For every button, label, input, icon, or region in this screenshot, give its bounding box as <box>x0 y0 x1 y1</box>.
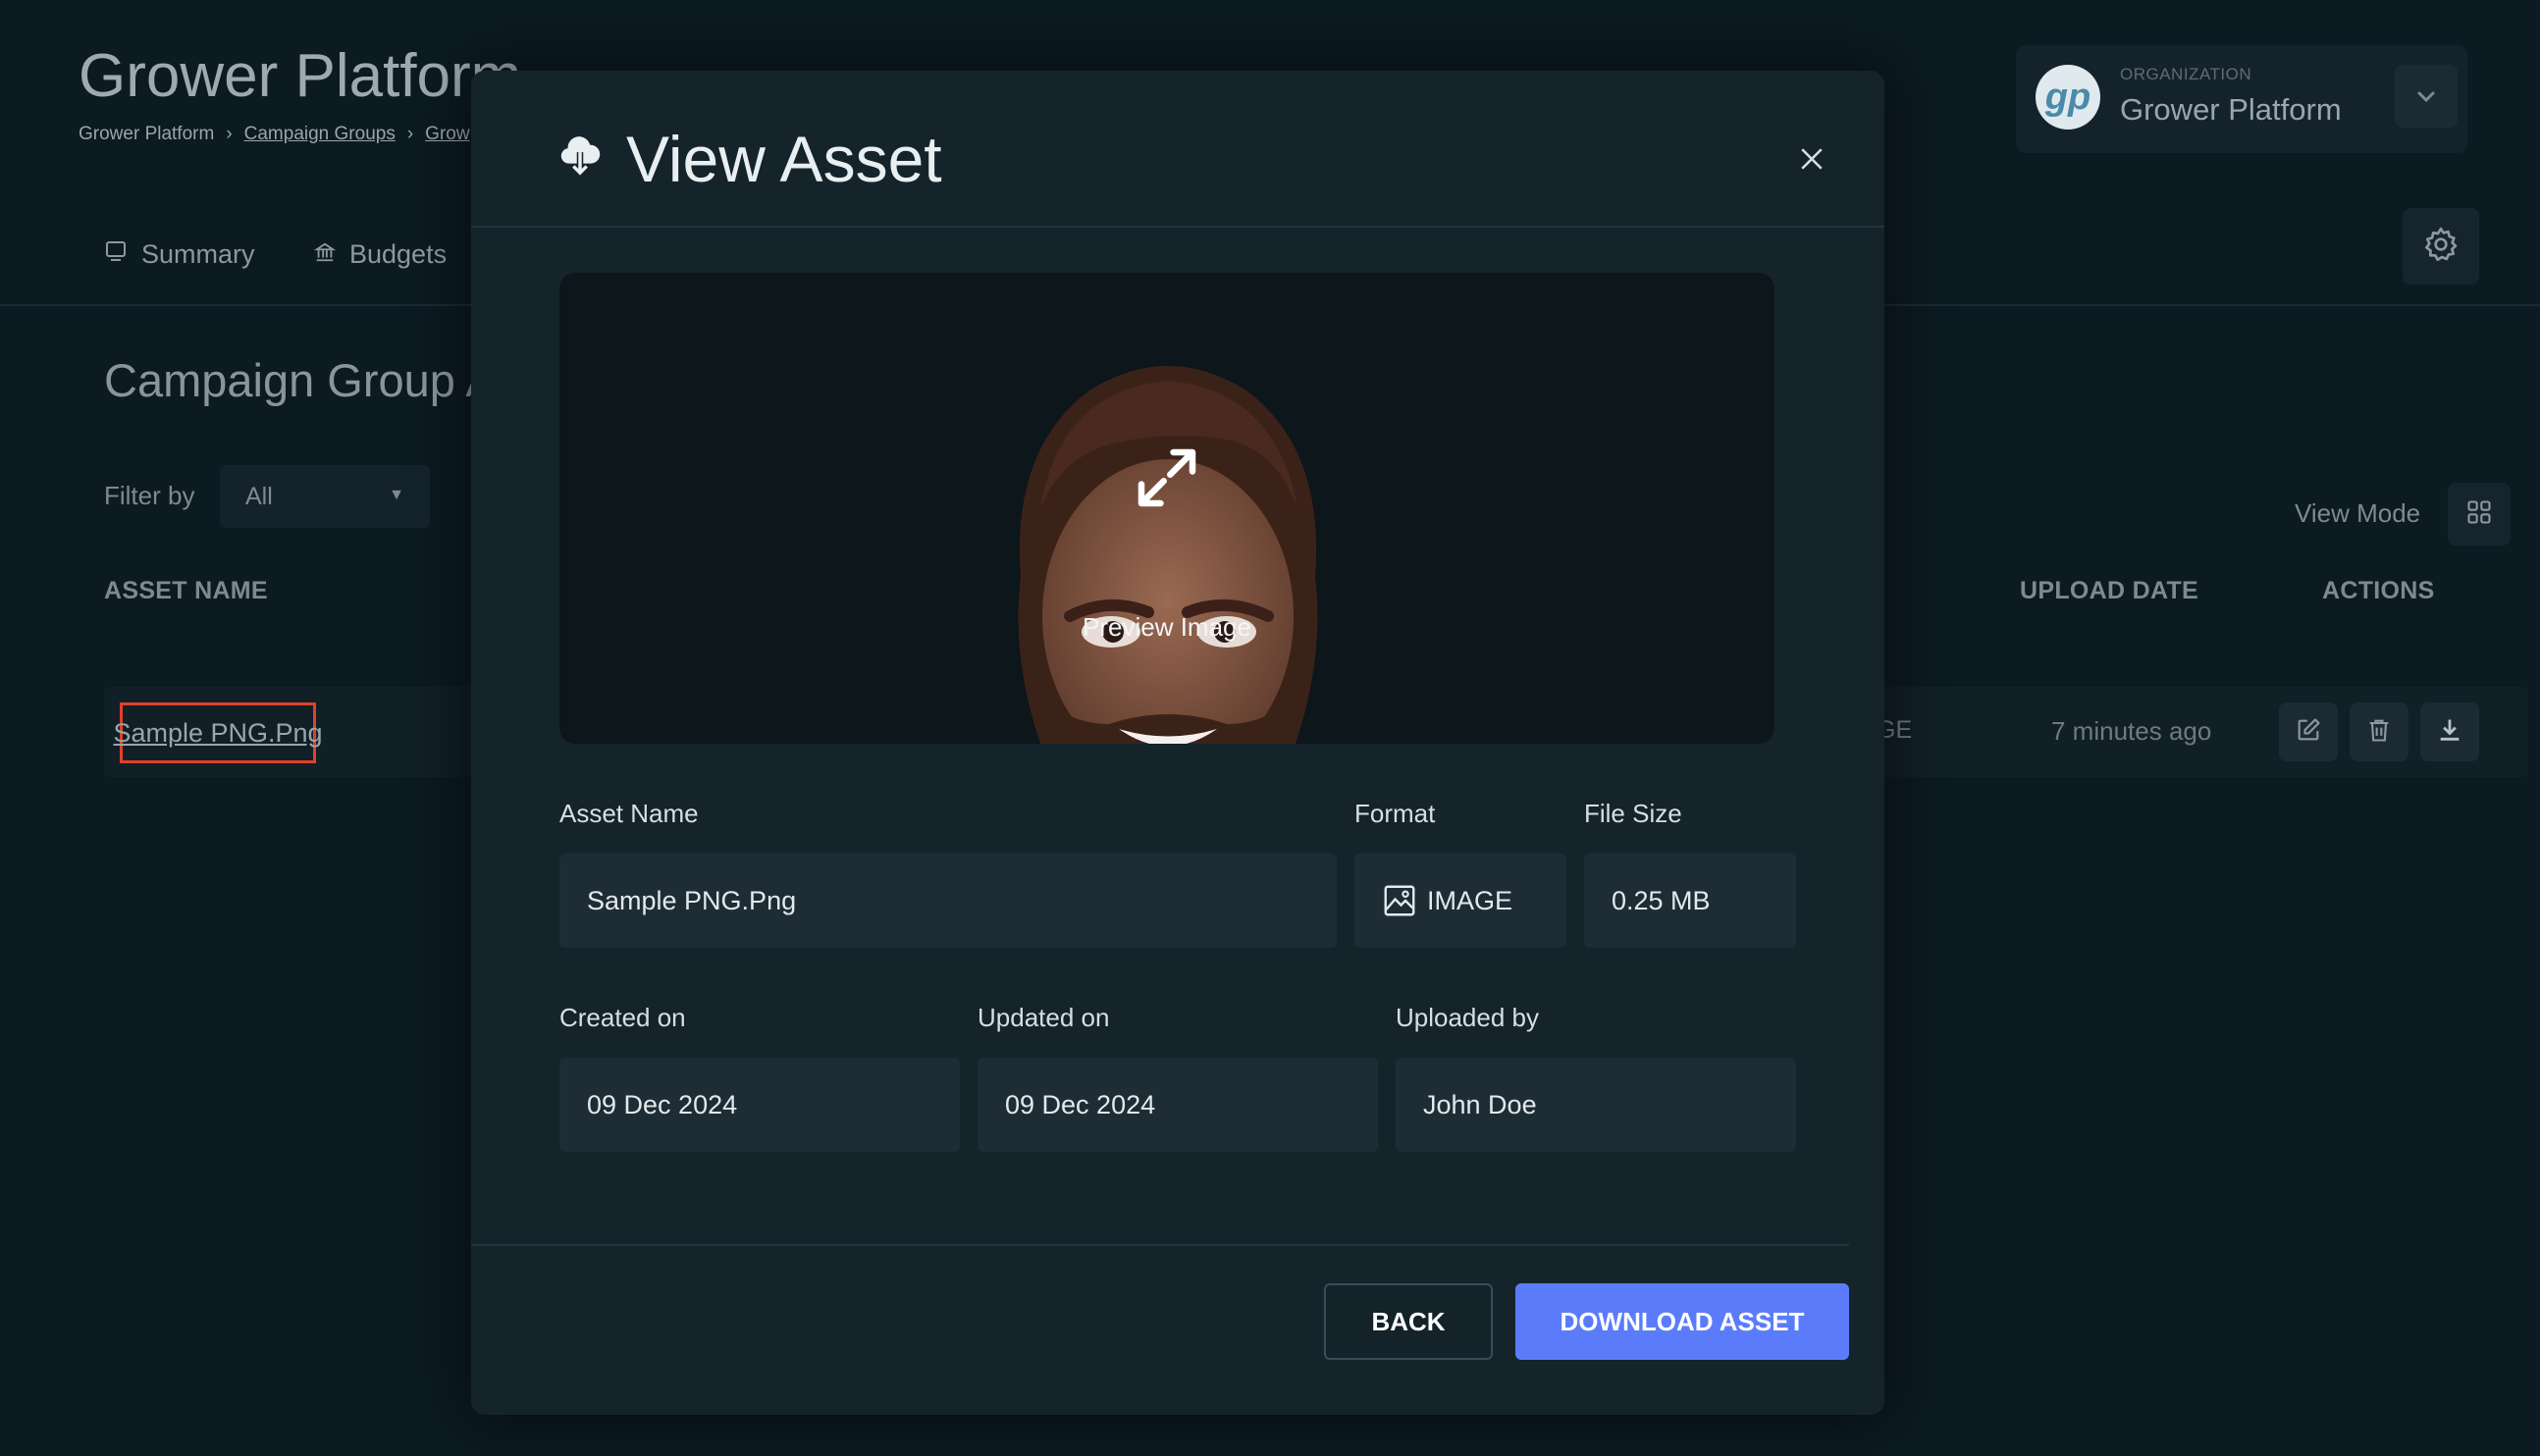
download-button[interactable] <box>2420 702 2479 761</box>
breadcrumb-item-campaign-groups[interactable]: Campaign Groups <box>244 124 396 145</box>
close-icon <box>1799 146 1825 177</box>
grid-icon <box>2465 498 2493 531</box>
breadcrumb-item-home[interactable]: Grower Platform <box>79 124 214 145</box>
tab-summary[interactable]: Summary <box>104 239 255 270</box>
modal-header: View Asset <box>471 71 1884 228</box>
file-size-label: File Size <box>1584 799 1682 828</box>
tab-summary-label: Summary <box>141 239 255 269</box>
filter-value: All <box>245 483 273 510</box>
view-mode-label: View Mode <box>2295 498 2421 528</box>
organization-label: ORGANIZATION <box>2120 65 2252 83</box>
format-value: IMAGE <box>1427 885 1513 915</box>
format-label: Format <box>1354 799 1436 828</box>
tab-budgets[interactable]: Budgets <box>313 239 448 270</box>
edit-icon <box>2295 716 2322 749</box>
column-header-actions: ACTIONS <box>2322 577 2435 604</box>
breadcrumb-separator: › <box>226 124 233 144</box>
download-icon <box>2436 716 2463 749</box>
view-mode-toggle[interactable] <box>2448 483 2511 546</box>
edit-button[interactable] <box>2279 702 2338 761</box>
monitor-icon <box>104 239 128 270</box>
created-on-field: 09 Dec 2024 <box>559 1058 960 1152</box>
delete-button[interactable] <box>2350 702 2408 761</box>
asset-name-field: Sample PNG.Png <box>559 854 1337 948</box>
column-header-asset-name[interactable]: ASSET NAME <box>104 577 268 605</box>
format-field: IMAGE <box>1354 854 1566 948</box>
tab-budgets-label: Budgets <box>349 239 448 269</box>
updated-on-field: 09 Dec 2024 <box>978 1058 1378 1152</box>
asset-name-link[interactable]: Sample PNG.Png <box>113 702 323 763</box>
app-title: Grower Platform <box>79 42 522 110</box>
filter-label: Filter by <box>104 481 195 510</box>
gear-icon <box>2421 225 2461 269</box>
page-title: Campaign Group A <box>104 354 497 406</box>
bank-icon <box>313 239 337 270</box>
modal-title: View Asset <box>626 123 942 195</box>
settings-button[interactable] <box>2403 208 2479 285</box>
organization-name: Grower Platform <box>2120 92 2342 127</box>
cloud-download-icon <box>557 131 603 182</box>
view-asset-modal: View Asset Preview Image Asset Name Samp… <box>471 71 1884 1415</box>
breadcrumb-separator: › <box>406 124 414 144</box>
updated-on-label: Updated on <box>978 1003 1110 1032</box>
modal-footer-divider <box>471 1244 1849 1246</box>
uploaded-by-label: Uploaded by <box>1396 1003 1539 1032</box>
download-asset-button[interactable]: DOWNLOAD ASSET <box>1515 1283 1849 1360</box>
column-header-upload-date[interactable]: UPLOAD DATE <box>2020 577 2198 605</box>
image-preview[interactable]: Preview Image <box>559 273 1774 744</box>
caret-down-icon: ▼ <box>389 487 404 503</box>
chevron-down-icon[interactable] <box>2395 65 2458 128</box>
asset-name-label: Asset Name <box>559 799 699 828</box>
row-upload-date: 7 minutes ago <box>2051 716 2212 746</box>
breadcrumb-item-current[interactable]: Grow <box>425 124 469 145</box>
file-size-field: 0.25 MB <box>1584 854 1796 948</box>
filter-select[interactable]: All ▼ <box>220 465 430 528</box>
preview-image-label: Preview Image <box>1083 612 1251 642</box>
back-button[interactable]: BACK <box>1324 1283 1493 1360</box>
avatar-image <box>1018 366 1318 744</box>
organization-switcher[interactable]: gp ORGANIZATION Grower Platform <box>2016 45 2467 153</box>
close-button[interactable] <box>1782 131 1841 190</box>
expand-icon[interactable] <box>1129 440 1205 521</box>
uploaded-by-field: John Doe <box>1396 1058 1796 1152</box>
image-icon <box>1382 883 1417 918</box>
created-on-label: Created on <box>559 1003 686 1032</box>
organization-logo: gp <box>2036 65 2100 130</box>
breadcrumb: Grower Platform › Campaign Groups › Grow <box>79 124 470 145</box>
trash-icon <box>2365 716 2393 749</box>
